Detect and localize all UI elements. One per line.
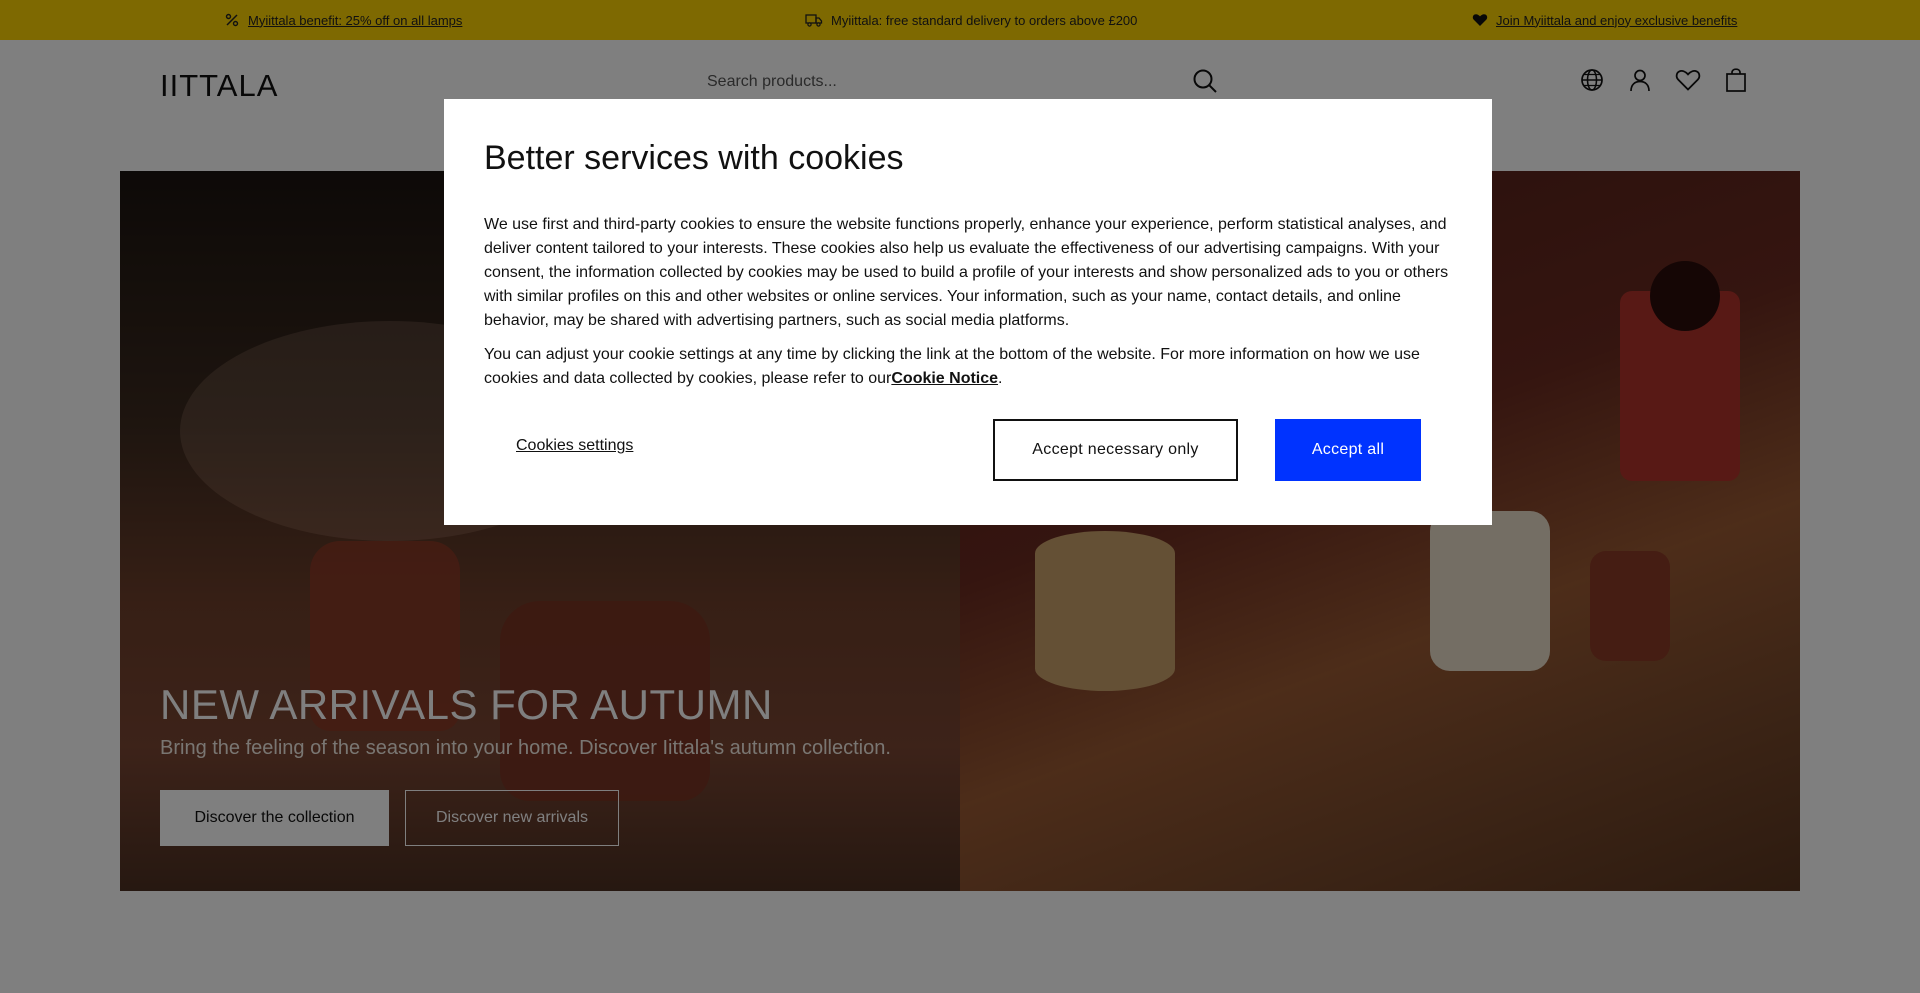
cookie-modal-paragraph-2: You can adjust your cookie settings at a… [484,343,1452,391]
cookies-settings-link[interactable]: Cookies settings [516,437,633,455]
cookie-modal-paragraph-1: We use first and third-party cookies to … [484,216,1449,329]
cookie-modal-paragraph-2-end: . [998,370,1003,387]
cookie-modal: Better services with cookies We use firs… [444,99,1492,525]
cookie-modal-title: Better services with cookies [484,139,904,177]
accept-necessary-button[interactable]: Accept necessary only [993,419,1238,481]
cookie-notice-link[interactable]: Cookie Notice [891,370,998,387]
cookie-modal-actions: Cookies settings Accept necessary only A… [484,419,1452,481]
accept-all-button[interactable]: Accept all [1275,419,1421,481]
